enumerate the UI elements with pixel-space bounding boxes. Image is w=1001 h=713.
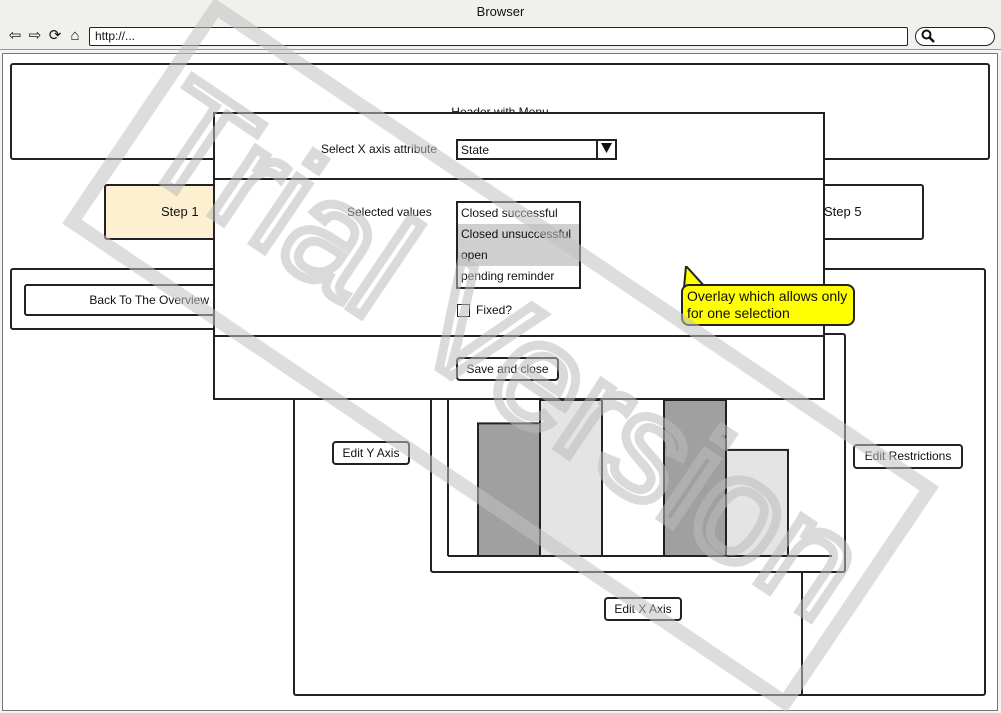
save-and-close-button[interactable]: Save and close [456, 357, 559, 381]
home-icon[interactable]: ⌂ [66, 27, 84, 45]
back-to-overview-label: Back To The Overview [89, 293, 209, 307]
selected-values-label: Selected values [347, 205, 432, 219]
reload-icon[interactable]: ⟳ [46, 27, 64, 45]
triangle-down-icon [601, 143, 612, 153]
x-axis-attribute-value: State [461, 143, 490, 157]
forward-arrow-icon[interactable]: ⇨ [26, 27, 44, 45]
edit-restrictions-label: Edit Restrictions [864, 449, 952, 463]
browser-title: Browser [476, 4, 525, 19]
list-option[interactable]: open [458, 245, 579, 266]
fixed-checkbox-label: Fixed? [476, 303, 513, 317]
chart-bar [477, 422, 541, 558]
back-arrow-icon[interactable]: ⇦ [6, 27, 24, 45]
edit-x-axis-label: Edit X Axis [614, 602, 672, 616]
selected-values-listbox[interactable]: Closed successful Closed unsuccessful op… [456, 201, 581, 289]
list-option[interactable]: Closed unsuccessful [458, 224, 579, 245]
browser-title-bar: Browser [0, 0, 1001, 24]
chart-bar [539, 399, 603, 557]
chart-bar [663, 399, 727, 557]
list-option[interactable]: pending reminder [458, 266, 579, 287]
search-icon [921, 29, 935, 43]
step-1-label: Step 1 [161, 204, 199, 219]
callout-text-line-1: Overlay which allows only [687, 288, 848, 304]
edit-y-axis-label: Edit Y Axis [342, 446, 400, 460]
annotation-callout: Overlay which allows only for one select… [681, 284, 855, 326]
edit-restrictions-button[interactable]: Edit Restrictions [853, 444, 963, 469]
url-bar[interactable]: http://... [89, 27, 908, 46]
step-5-label: Step 5 [824, 204, 862, 219]
url-text: http://... [95, 29, 136, 43]
callout-text-line-2: for one selection [687, 305, 790, 321]
x-axis-attribute-label: Select X axis attribute [321, 142, 438, 156]
overlay-divider [213, 178, 825, 180]
edit-x-axis-button[interactable]: Edit X Axis [604, 597, 682, 621]
dropdown-button[interactable] [596, 139, 617, 160]
x-axis-attribute-select[interactable]: State [456, 139, 617, 160]
edit-y-axis-button[interactable]: Edit Y Axis [332, 441, 410, 465]
save-and-close-label: Save and close [466, 362, 549, 376]
overlay-divider [213, 335, 825, 337]
chart-bar [725, 448, 789, 557]
list-option[interactable]: Closed successful [458, 203, 579, 224]
fixed-checkbox[interactable] [457, 304, 470, 317]
